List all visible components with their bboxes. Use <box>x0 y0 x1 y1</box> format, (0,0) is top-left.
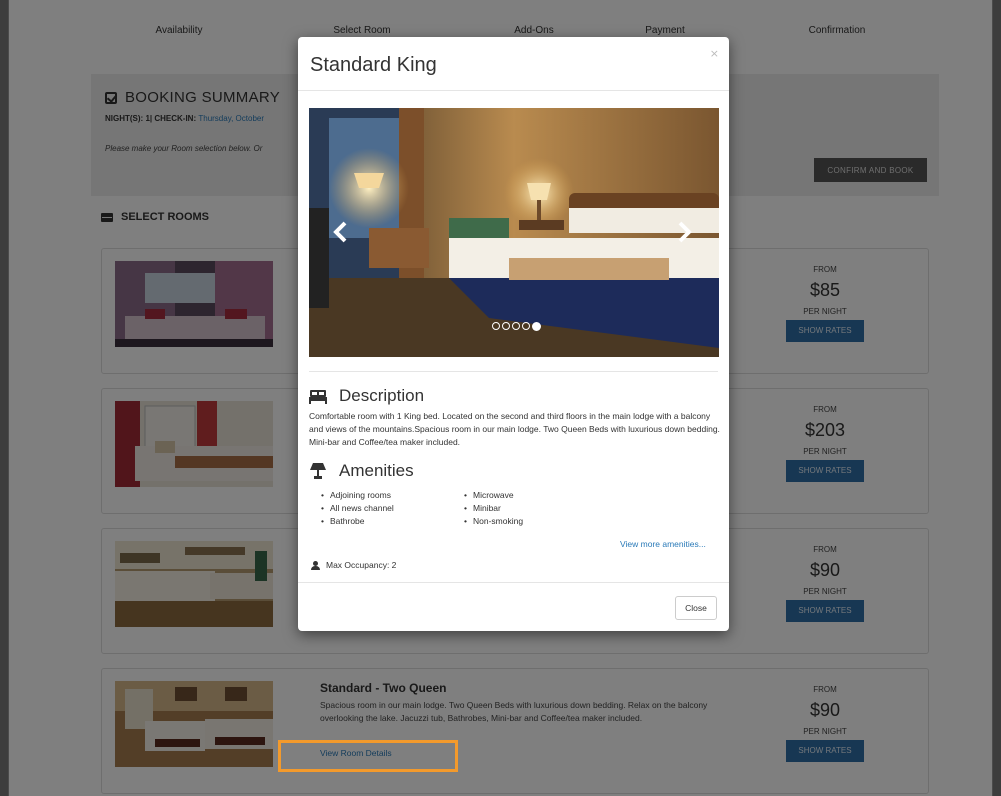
chevron-right-icon <box>678 221 692 243</box>
room-description-text: Comfortable room with 1 King bed. Locate… <box>309 411 720 447</box>
close-icon[interactable]: × <box>710 47 719 60</box>
view-more-amenities-link[interactable]: View more amenities... <box>620 539 706 549</box>
amenity-item: Minibar <box>464 502 523 515</box>
amenity-item: Bathrobe <box>321 515 394 528</box>
close-button[interactable]: Close <box>675 596 717 620</box>
carousel-indicator[interactable] <box>522 322 530 330</box>
carousel-indicator[interactable] <box>492 322 500 330</box>
carousel-indicator[interactable] <box>512 322 520 330</box>
amenities-heading: Amenities <box>309 461 414 481</box>
modal-header: Standard King × <box>298 37 729 91</box>
carousel-indicator[interactable] <box>502 322 510 330</box>
amenities-list-2: Microwave Minibar Non-smoking <box>464 489 523 528</box>
carousel-indicators <box>492 322 541 331</box>
divider <box>309 371 718 372</box>
carousel-next-button[interactable] <box>674 220 694 244</box>
bed-icon <box>309 390 327 404</box>
chevron-left-icon <box>333 221 347 243</box>
user-icon <box>311 560 320 570</box>
modal-title: Standard King <box>310 54 437 76</box>
carousel-indicator-active[interactable] <box>532 322 541 331</box>
amenity-item: Adjoining rooms <box>321 489 394 502</box>
carousel-slide-image <box>309 108 719 357</box>
description-title: Description <box>339 386 425 405</box>
carousel-prev-button[interactable] <box>331 220 351 244</box>
lamp-icon <box>310 463 326 479</box>
amenity-item: Non-smoking <box>464 515 523 528</box>
amenity-item: Microwave <box>464 489 523 502</box>
amenity-item: All news channel <box>321 502 394 515</box>
annotation-highlight-box <box>278 740 458 772</box>
description-heading: Description <box>309 386 424 406</box>
room-photo-carousel[interactable] <box>309 108 719 357</box>
modal-footer-divider <box>298 582 729 583</box>
amenities-title: Amenities <box>339 461 414 480</box>
max-occupancy-text: Max Occupancy: 2 <box>326 560 397 570</box>
amenities-list-1: Adjoining rooms All news channel Bathrob… <box>321 489 394 528</box>
max-occupancy: Max Occupancy: 2 <box>311 560 396 570</box>
room-details-modal: Standard King × Description Comfortable … <box>298 37 729 631</box>
